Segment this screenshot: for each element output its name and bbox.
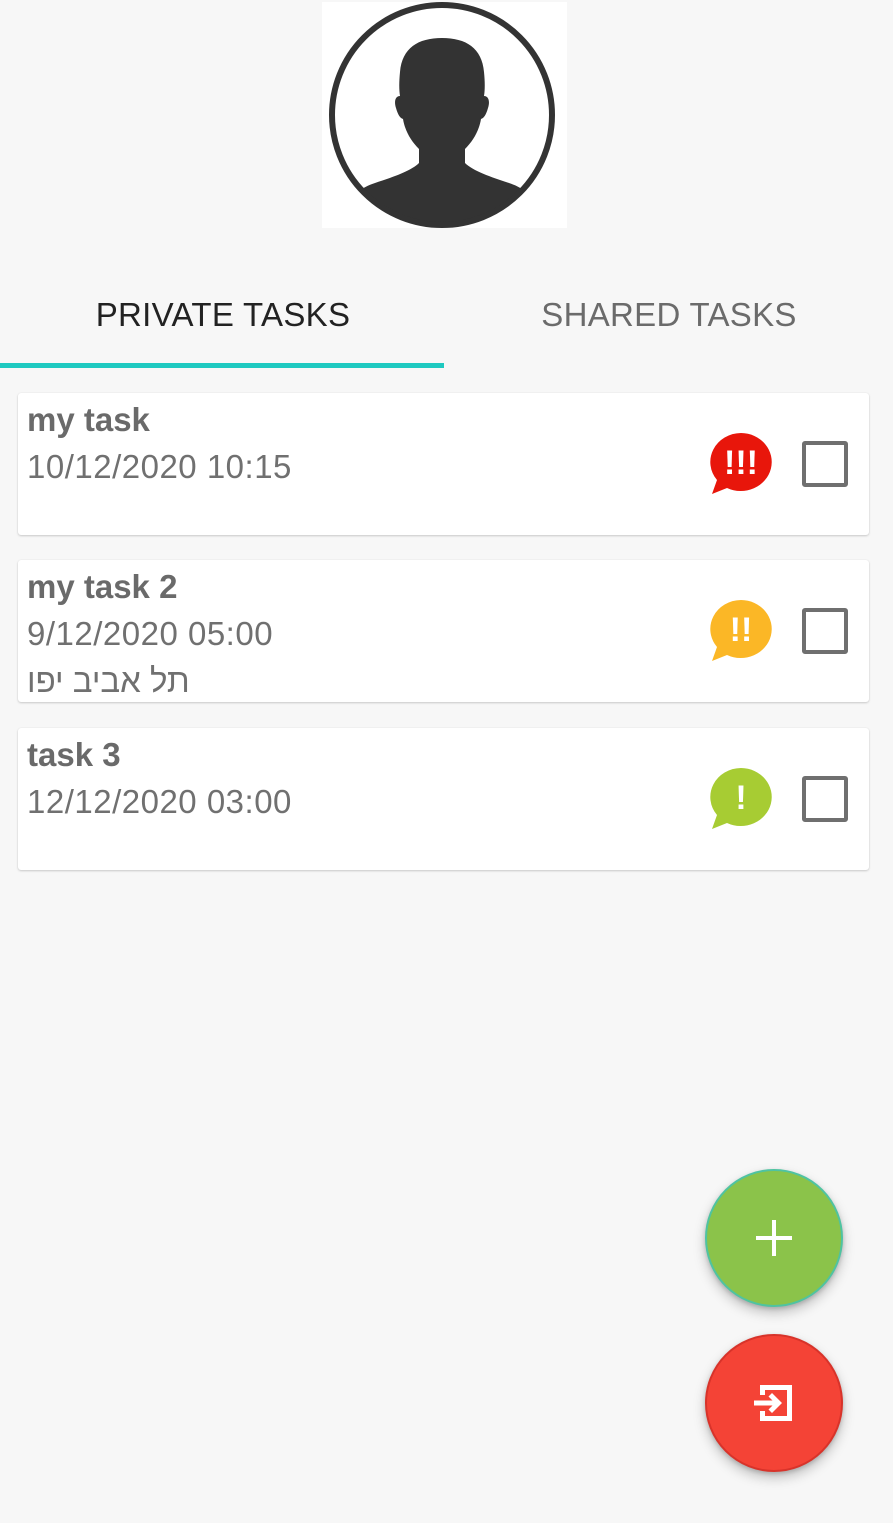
- tab-shared-tasks[interactable]: SHARED TASKS: [446, 262, 892, 368]
- priority-mark: !!: [730, 611, 753, 649]
- high-priority-speech-bubble-icon: !!!: [708, 431, 774, 497]
- task-card[interactable]: task 3 12/12/2020 03:00 !: [18, 728, 869, 870]
- task-datetime: 12/12/2020 03:00: [27, 783, 292, 820]
- tab-shared-tasks-label: SHARED TASKS: [541, 296, 797, 333]
- plus-icon: [756, 1220, 792, 1256]
- priority-mark: !!!: [724, 444, 758, 482]
- logout-button[interactable]: [705, 1334, 843, 1472]
- task-datetime: 10/12/2020 10:15: [27, 448, 292, 485]
- add-task-button[interactable]: [705, 1169, 843, 1307]
- selected-tab-indicator: [0, 363, 444, 368]
- profile-avatar[interactable]: [322, 2, 567, 228]
- task-title: task 3: [27, 736, 121, 773]
- main-screen: PRIVATE TASKS SHARED TASKS my task 10/12…: [0, 0, 893, 1523]
- task-complete-checkbox[interactable]: [802, 776, 848, 822]
- task-location: תל אביב יפו: [27, 662, 190, 699]
- task-card[interactable]: my task 2 9/12/2020 05:00 תל אביב יפו !!: [18, 560, 869, 702]
- person-silhouette-icon: [329, 2, 555, 228]
- task-datetime: 9/12/2020 05:00: [27, 615, 274, 652]
- task-complete-checkbox[interactable]: [802, 608, 848, 654]
- task-title: my task 2: [27, 568, 178, 605]
- task-complete-checkbox[interactable]: [802, 441, 848, 487]
- task-card[interactable]: my task 10/12/2020 10:15 !!!: [18, 393, 869, 535]
- tab-private-tasks[interactable]: PRIVATE TASKS: [0, 262, 446, 368]
- task-tabs: PRIVATE TASKS SHARED TASKS: [0, 262, 893, 368]
- priority-mark: !: [735, 779, 746, 817]
- medium-priority-speech-bubble-icon: !!: [708, 598, 774, 664]
- tab-private-tasks-label: PRIVATE TASKS: [95, 296, 351, 333]
- task-title: my task: [27, 401, 150, 438]
- low-priority-speech-bubble-icon: !: [708, 766, 774, 832]
- exit-icon: [754, 1385, 792, 1421]
